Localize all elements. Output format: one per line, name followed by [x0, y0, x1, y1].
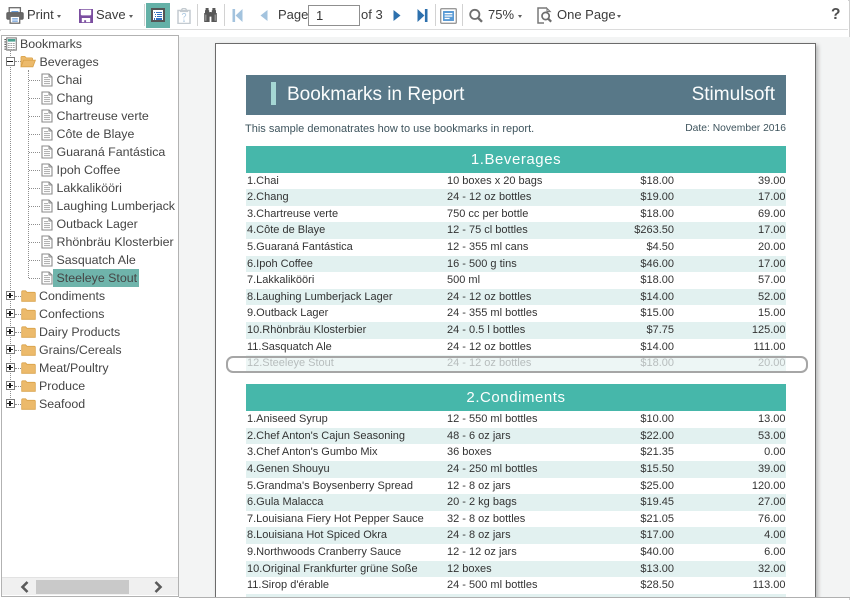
- svg-text:?: ?: [181, 12, 186, 22]
